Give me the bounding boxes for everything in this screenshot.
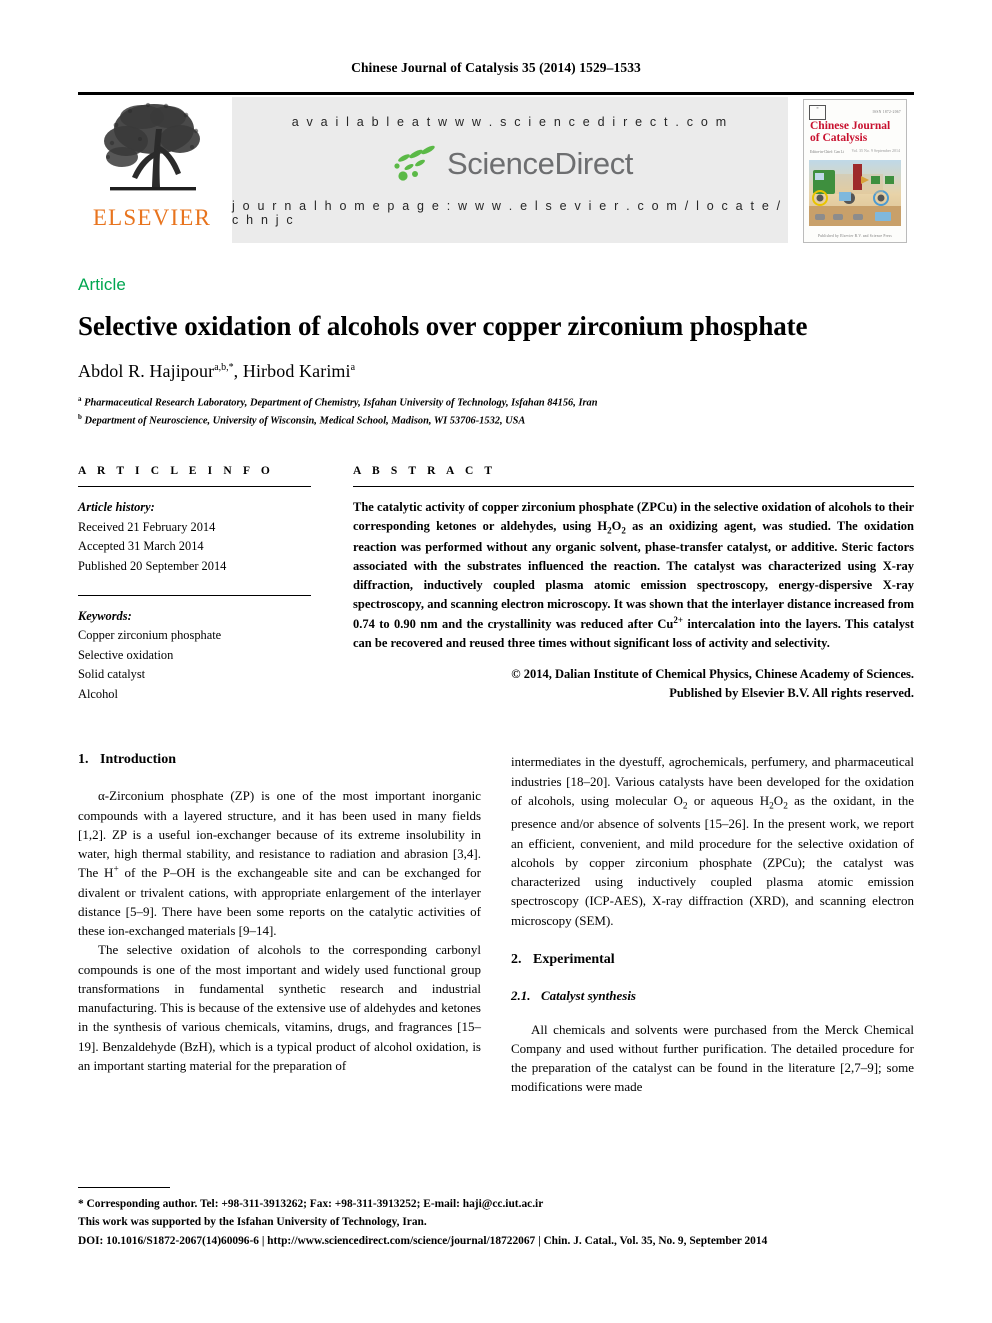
available-at-text: a v a i l a b l e a t w w w . s c i e n … (291, 115, 729, 129)
abstract-rule (353, 486, 914, 488)
cover-footer-note: Published by Elsevier B.V. and Science P… (817, 234, 892, 238)
abstract-text: The catalytic activity of copper zirconi… (353, 500, 914, 651)
author-affil-marks: a,b,* (214, 361, 234, 373)
affiliation-text: Department of Neuroscience, University o… (84, 415, 526, 426)
info-abstract-row: A R T I C L E I N F O Article history: R… (78, 429, 914, 704)
title-area: Article Selective oxidation of alcohols … (78, 253, 914, 429)
running-head: Chinese Journal of Catalysis 35 (2014) 1… (351, 60, 641, 75)
journal-homepage-text: j o u r n a l h o m e p a g e : w w w . … (232, 199, 783, 227)
author-affil-marks: a (350, 361, 356, 373)
author-name: Abdol R. Hajipour (78, 360, 215, 381)
sciencedirect-wordmark: ScienceDirect (446, 146, 634, 181)
body-column-left: 1. Introduction α-Zirconium phosphate (ZP… (78, 752, 481, 1096)
sciencedirect-banner: a v a i l a b l e a t w w w . s c i e n … (232, 97, 788, 243)
elsevier-tree-icon (96, 99, 208, 203)
history-item: Accepted 31 March 2014 (78, 539, 204, 554)
section-title: Introduction (100, 752, 176, 768)
paragraph: All chemicals and solvents were purchase… (511, 1021, 914, 1095)
paragraph: intermediates in the dyestuff, agrochemi… (511, 754, 915, 928)
cover-issn: ISSN 1872-2067 (872, 110, 901, 114)
history-item: Received 21 February 2014 (78, 519, 216, 534)
sciencedirect-logo[interactable]: ScienceDirect (387, 143, 633, 185)
cover-artwork (809, 160, 901, 226)
footnotes: * Corresponding author. Tel: +98-311-391… (78, 1186, 914, 1251)
body-column-right: intermediates in the dyestuff, agrochemi… (511, 752, 914, 1096)
funding-note: This work was supported by the Isfahan U… (78, 1216, 427, 1229)
paper-page: Chinese Journal of Catalysis 35 (2014) 1… (0, 0, 992, 1323)
keyword-item: Alcohol (78, 686, 118, 701)
author-separator: , (233, 360, 243, 381)
affiliation-item: a Pharmaceutical Research Laboratory, De… (78, 394, 914, 412)
keyword-item: Copper zirconium phosphate (78, 628, 222, 643)
abstract-caption: A B S T R A C T (353, 465, 497, 478)
cover-volume-note: Vol. 35 No. 9 September 2014 (851, 148, 900, 153)
subsection-number: 2.1. (511, 987, 531, 1003)
subsection-title: Catalyst synthesis (541, 987, 636, 1003)
affiliation-text: Pharmaceutical Research Laboratory, Depa… (84, 397, 598, 409)
affiliation-item: b Department of Neuroscience, University… (78, 412, 914, 430)
page-title: Selective oxidation of alcohols over cop… (78, 311, 808, 341)
sciencedirect-mark-icon (387, 143, 443, 185)
abstract-copyright: © 2014, Dalian Institute of Chemical Phy… (353, 665, 914, 703)
cover-title: Chinese Journal of Catalysis (810, 120, 900, 144)
section-heading-experimental: 2. Experimental (511, 952, 914, 968)
body-columns: 1. Introduction α-Zirconium phosphate (ZP… (78, 704, 914, 1096)
elsevier-wordmark: ELSEVIER (92, 205, 212, 230)
article-history-label: Article history: (78, 500, 155, 515)
keywords-block: Keywords: Copper zirconium phosphate Sel… (78, 607, 311, 705)
section-number: 1. (78, 752, 89, 768)
affiliation-list: a Pharmaceutical Research Laboratory, De… (78, 394, 914, 429)
section-title: Experimental (533, 951, 615, 967)
author-name: Hirbod Karimi (242, 360, 351, 381)
subsection-heading-catalyst-synthesis: 2.1. Catalyst synthesis (511, 988, 914, 1004)
copyright-line: Published by Elsevier B.V. All rights re… (669, 686, 914, 701)
abstract-column: A B S T R A C T The catalytic activity o… (353, 465, 914, 704)
paragraph: α-Zirconium phosphate (ZP) is one of the… (78, 788, 482, 939)
article-history-block: Article history: Received 21 February 20… (78, 498, 311, 576)
affiliation-mark: a (78, 394, 82, 403)
article-info-column: A R T I C L E I N F O Article history: R… (78, 465, 311, 704)
cover-title-line2: of Catalysis (810, 132, 868, 145)
copyright-line: © 2014, Dalian Institute of Chemical Phy… (511, 667, 914, 682)
article-info-caption: A R T I C L E I N F O (78, 465, 274, 478)
cover-editor-note: Editor-in-Chief: Can Li (810, 150, 844, 154)
affiliation-mark: b (78, 412, 82, 421)
journal-cover-block: ≡ ISSN 1872-2067 Chinese Journal of Cata… (796, 95, 914, 253)
cover-topbar: ≡ ISSN 1872-2067 (809, 104, 901, 120)
footnote-rule (78, 1186, 170, 1188)
doi-note: DOI: 10.1016/S1872-2067(14)60096-6 | htt… (78, 1235, 768, 1248)
elsevier-logo: ELSEVIER (78, 95, 226, 253)
journal-cover-thumbnail[interactable]: ≡ ISSN 1872-2067 Chinese Journal of Cata… (803, 99, 907, 243)
cover-title-line1: Chinese Journal (810, 120, 891, 132)
keywords-rule (78, 594, 311, 596)
author-list: Abdol R. Hajipoura,b,*, Hirbod Karimia (78, 361, 914, 382)
keyword-item: Selective oxidation (78, 647, 174, 662)
article-info-rule (78, 486, 311, 488)
paragraph: The selective oxidation of alcohols to t… (78, 942, 481, 1073)
keyword-item: Solid catalyst (78, 667, 146, 682)
cover-elsevier-badge-icon: ≡ (809, 104, 826, 120)
section-heading-introduction: 1. Introduction (78, 752, 481, 768)
article-type-label: Article (78, 275, 126, 294)
corresponding-author-note: * Corresponding author. Tel: +98-311-391… (78, 1197, 544, 1210)
keywords-label: Keywords: (78, 608, 132, 623)
history-item: Published 20 September 2014 (78, 558, 227, 573)
journal-masthead: ELSEVIER a v a i l a b l e a t w w w . s… (78, 92, 914, 253)
section-number: 2. (511, 951, 522, 967)
